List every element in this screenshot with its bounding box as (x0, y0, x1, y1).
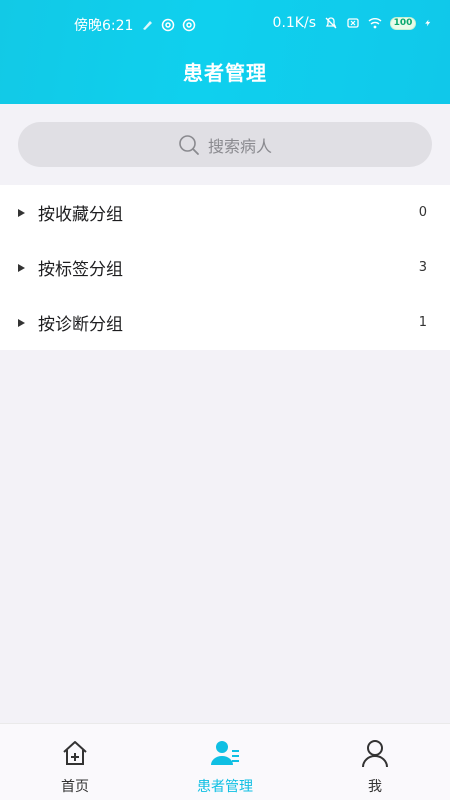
expand-arrow-icon (18, 318, 25, 327)
wifi-icon (368, 18, 382, 29)
group-count: 3 (418, 260, 427, 275)
group-count: 0 (418, 205, 427, 220)
app-notification-icon (143, 21, 153, 30)
tab-me[interactable]: 我 (300, 724, 450, 800)
charging-icon (425, 19, 431, 27)
alarm-off-icon (325, 17, 337, 29)
status-bar: 傍晚6:21 0.1K/s 100 (0, 0, 450, 44)
bottom-nav: 首页 患者管理 我 (0, 723, 450, 800)
tab-label: 我 (368, 779, 382, 795)
group-row-favorites[interactable]: 按收藏分组 0 (0, 185, 450, 240)
sync-icon (162, 18, 175, 32)
search-placeholder: 搜索病人 (207, 136, 272, 156)
tab-home[interactable]: 首页 (0, 724, 150, 800)
group-list: 按收藏分组 0 按标签分组 3 按诊断分组 1 (0, 185, 450, 350)
page-title: 患者管理 (183, 61, 267, 85)
home-icon (63, 741, 87, 765)
tab-patient-management[interactable]: 患者管理 (150, 724, 300, 800)
battery-indicator: 100 (390, 16, 416, 30)
no-sim-icon (347, 18, 359, 28)
group-label: 按标签分组 (38, 260, 123, 280)
status-time: 傍晚6:21 (74, 18, 134, 34)
app-header: 傍晚6:21 0.1K/s 100 患者管理 (0, 0, 450, 104)
group-count: 1 (418, 315, 427, 330)
group-row-tags[interactable]: 按标签分组 3 (0, 240, 450, 295)
search-bar[interactable]: 搜索病人 (18, 122, 432, 167)
expand-arrow-icon (18, 263, 25, 272)
group-label: 按收藏分组 (38, 205, 123, 225)
search-icon (179, 134, 199, 155)
tab-label: 首页 (61, 779, 89, 795)
expand-arrow-icon (18, 208, 25, 217)
person-icon (362, 740, 388, 768)
sync-icon-2 (183, 18, 196, 32)
network-speed: 0.1K/s (272, 15, 316, 31)
patients-icon (211, 741, 239, 765)
group-row-diagnosis[interactable]: 按诊断分组 1 (0, 295, 450, 350)
tab-label: 患者管理 (197, 779, 253, 795)
group-label: 按诊断分组 (38, 315, 123, 335)
